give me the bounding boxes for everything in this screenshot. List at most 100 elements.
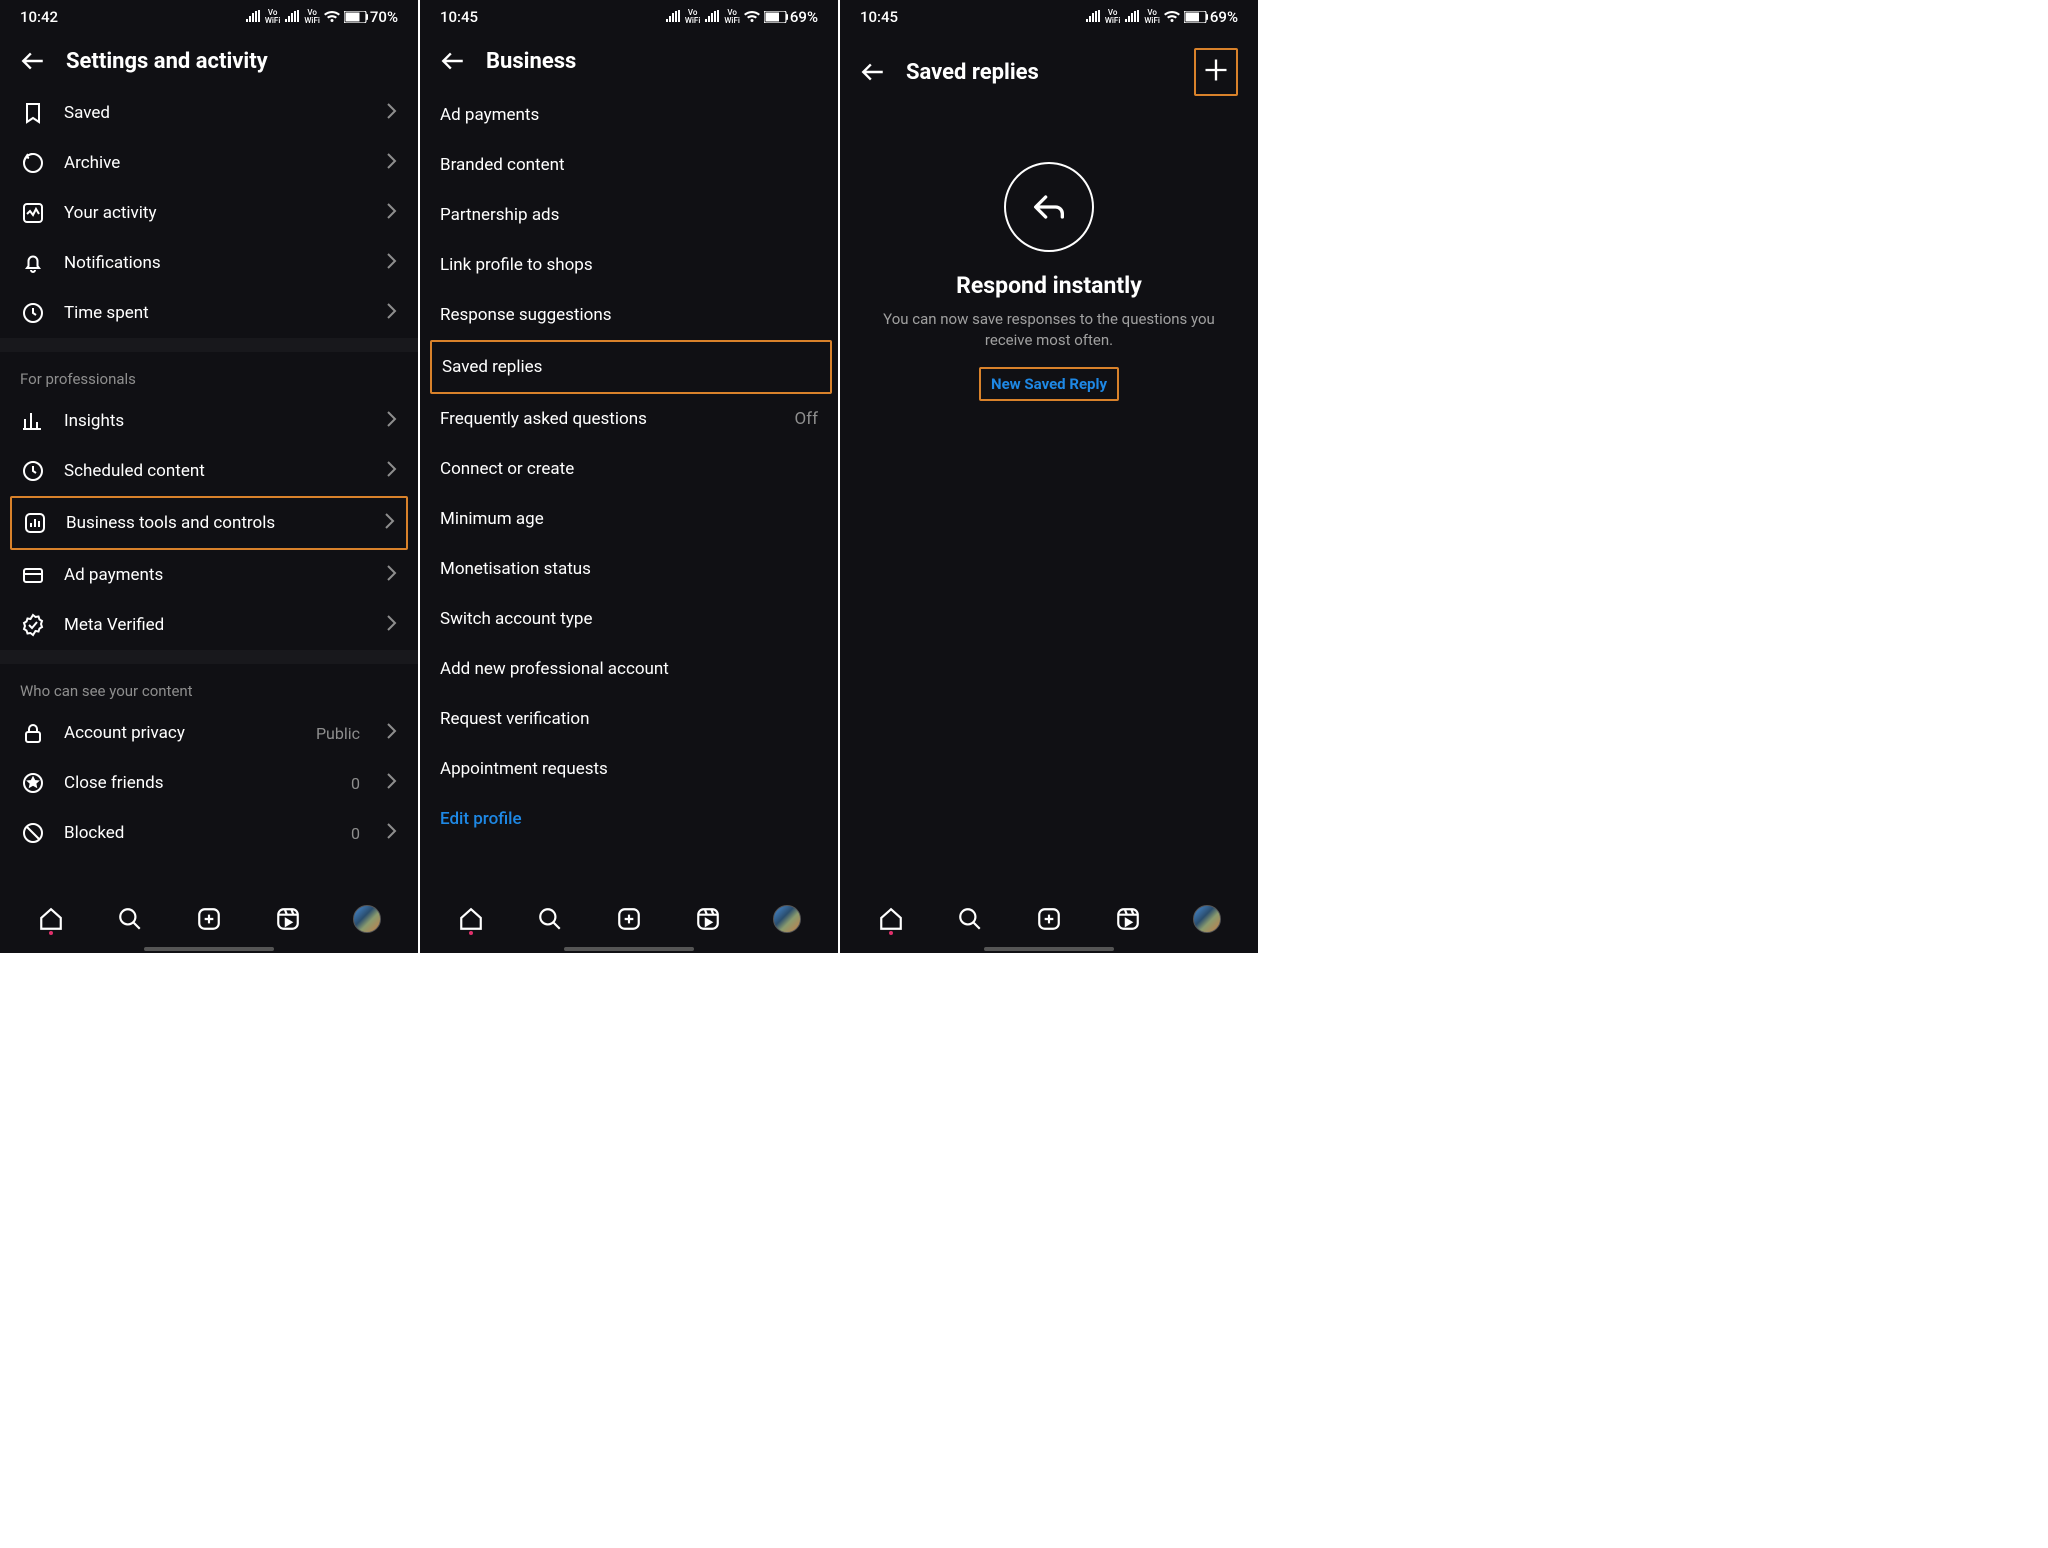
chevron-right-icon	[386, 822, 398, 845]
signal-icon-2	[284, 10, 300, 24]
nav-search[interactable]	[115, 904, 145, 934]
add-button[interactable]	[1194, 48, 1238, 96]
row-partnership-ads[interactable]: Partnership ads	[420, 190, 838, 240]
new-saved-reply-button[interactable]: New Saved Reply	[979, 367, 1119, 401]
lock-icon	[20, 721, 46, 745]
status-bar: 10:42 VoWiFi VoWiFi 70%	[0, 0, 418, 34]
row-request-verification[interactable]: Request verification	[420, 694, 838, 744]
nav-create[interactable]	[194, 904, 224, 934]
row-saved-replies[interactable]: Saved replies	[430, 340, 832, 394]
vowifi-icon: VoWiFi	[265, 9, 281, 25]
row-label: Saved replies	[442, 357, 810, 377]
nav-search[interactable]	[535, 904, 565, 934]
status-time: 10:42	[20, 8, 58, 26]
row-connect-create[interactable]: Connect or create	[420, 444, 838, 494]
row-insights[interactable]: Insights	[0, 396, 418, 446]
chevron-right-icon	[386, 252, 398, 275]
nav-reels[interactable]	[1113, 904, 1143, 934]
row-time-spent[interactable]: Time spent	[0, 288, 418, 338]
empty-state: Respond instantly You can now save respo…	[840, 112, 1258, 401]
nav-search[interactable]	[955, 904, 985, 934]
business-icon	[22, 511, 48, 535]
row-value: 0	[351, 774, 360, 793]
row-branded-content[interactable]: Branded content	[420, 140, 838, 190]
back-button[interactable]	[20, 48, 46, 74]
row-label: Request verification	[440, 709, 818, 729]
row-response-suggestions[interactable]: Response suggestions	[420, 290, 838, 340]
row-label: Link profile to shops	[440, 255, 818, 275]
row-business-tools[interactable]: Business tools and controls	[10, 496, 408, 550]
nav-create[interactable]	[1034, 904, 1064, 934]
row-blocked[interactable]: Blocked 0	[0, 808, 418, 858]
star-icon	[20, 771, 46, 795]
row-meta-verified[interactable]: Meta Verified	[0, 600, 418, 650]
section-divider	[0, 650, 418, 664]
status-bar: 10:45 VoWiFi VoWiFi 69%	[420, 0, 838, 34]
row-your-activity[interactable]: Your activity	[0, 188, 418, 238]
screen-settings: 10:42 VoWiFi VoWiFi 70% Settings and act…	[0, 0, 418, 953]
nav-reels[interactable]	[693, 904, 723, 934]
nav-profile[interactable]	[1192, 904, 1222, 934]
row-label: Edit profile	[440, 809, 818, 829]
gesture-bar	[0, 947, 418, 953]
chevron-right-icon	[386, 410, 398, 433]
page-title: Settings and activity	[66, 49, 268, 74]
page-header: Saved replies	[840, 34, 1258, 112]
row-close-friends[interactable]: Close friends 0	[0, 758, 418, 808]
chevron-right-icon	[386, 772, 398, 795]
clock-icon	[20, 301, 46, 325]
avatar	[1193, 905, 1221, 933]
back-button[interactable]	[860, 59, 886, 85]
row-archive[interactable]: Archive	[0, 138, 418, 188]
row-appointment-requests[interactable]: Appointment requests	[420, 744, 838, 794]
wifi-icon	[324, 10, 340, 24]
signal-icon-2	[704, 10, 720, 24]
bell-icon	[20, 251, 46, 275]
row-label: Notifications	[64, 253, 368, 273]
nav-reels[interactable]	[273, 904, 303, 934]
nav-profile[interactable]	[352, 904, 382, 934]
chevron-right-icon	[386, 102, 398, 125]
row-label: Switch account type	[440, 609, 818, 629]
row-label: Saved	[64, 103, 368, 123]
row-add-pro-account[interactable]: Add new professional account	[420, 644, 838, 694]
section-divider	[0, 338, 418, 352]
row-label: Business tools and controls	[66, 513, 366, 533]
battery-icon: 70%	[344, 8, 398, 26]
page-header: Settings and activity	[0, 34, 418, 90]
back-button[interactable]	[440, 48, 466, 74]
gesture-bar	[840, 947, 1258, 953]
signal-icon	[1085, 10, 1101, 24]
row-switch-account[interactable]: Switch account type	[420, 594, 838, 644]
row-label: Time spent	[64, 303, 368, 323]
battery-icon: 69%	[1184, 8, 1238, 26]
row-account-privacy[interactable]: Account privacy Public	[0, 708, 418, 758]
row-label: Insights	[64, 411, 368, 431]
battery-icon: 69%	[764, 8, 818, 26]
verified-icon	[20, 613, 46, 637]
row-faq[interactable]: Frequently asked questionsOff	[420, 394, 838, 444]
row-saved[interactable]: Saved	[0, 90, 418, 138]
content-area: Ad payments Branded content Partnership …	[420, 90, 838, 895]
row-label: Add new professional account	[440, 659, 818, 679]
activity-icon	[20, 201, 46, 225]
row-label: Appointment requests	[440, 759, 818, 779]
avatar	[353, 905, 381, 933]
nav-home[interactable]	[36, 904, 66, 934]
chevron-right-icon	[386, 614, 398, 637]
nav-home[interactable]	[876, 904, 906, 934]
row-minimum-age[interactable]: Minimum age	[420, 494, 838, 544]
signal-icon	[245, 10, 261, 24]
row-edit-profile[interactable]: Edit profile	[420, 794, 838, 844]
row-notifications[interactable]: Notifications	[0, 238, 418, 288]
row-link-shops[interactable]: Link profile to shops	[420, 240, 838, 290]
row-ad-payments[interactable]: Ad payments	[0, 550, 418, 600]
row-monetisation[interactable]: Monetisation status	[420, 544, 838, 594]
signal-icon-2	[1124, 10, 1140, 24]
battery-percent: 69%	[1210, 8, 1238, 26]
nav-home[interactable]	[456, 904, 486, 934]
row-ad-payments[interactable]: Ad payments	[420, 90, 838, 140]
row-scheduled-content[interactable]: Scheduled content	[0, 446, 418, 496]
nav-create[interactable]	[614, 904, 644, 934]
nav-profile[interactable]	[772, 904, 802, 934]
